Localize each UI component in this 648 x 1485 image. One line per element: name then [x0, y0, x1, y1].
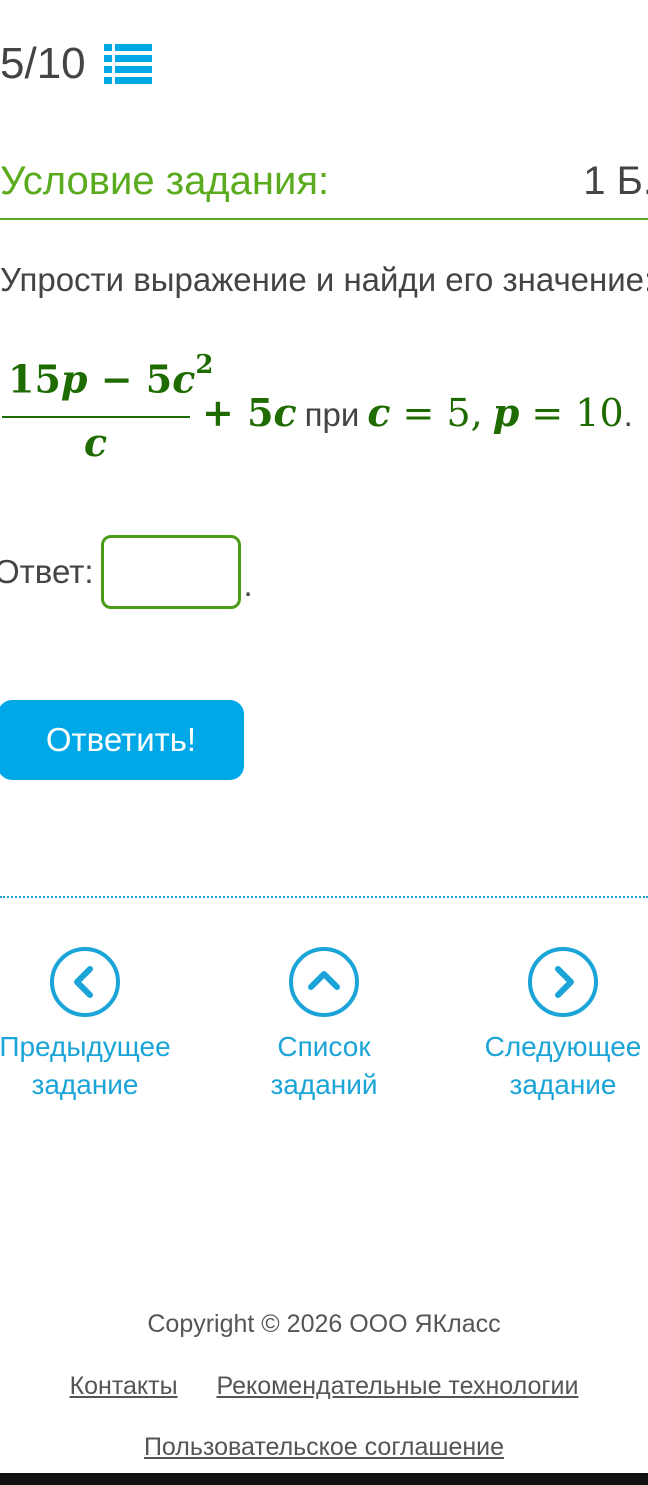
task-progress: 5/10 [0, 36, 152, 92]
fraction-numerator: 15p − 5c2 [8, 350, 214, 402]
fraction-bar [2, 416, 190, 418]
recommendation-tech-link[interactable]: Рекомендательные технологии [217, 1372, 579, 1400]
task-list-button[interactable]: Список заданий [224, 946, 424, 1104]
user-agreement-link[interactable]: Пользовательское соглашение [144, 1433, 504, 1461]
answer-input[interactable] [101, 535, 242, 609]
at-word: при [304, 396, 360, 433]
chevron-left-icon [50, 947, 120, 1017]
plus-term: + 5c [202, 390, 297, 435]
contacts-link[interactable]: Контакты [70, 1372, 178, 1400]
dotted-divider [0, 896, 648, 898]
answer-row: Ответ: . [0, 534, 253, 610]
fraction: 15p − 5c2 c [2, 350, 213, 470]
progress-counter: 5/10 [0, 39, 86, 88]
chevron-right-icon [528, 947, 598, 1017]
submit-button[interactable]: Ответить! [0, 700, 244, 780]
next-task-label: Следующее задание [484, 1031, 642, 1100]
condition-header: Условие задания: 1 Б. [0, 150, 648, 220]
answer-label: Ответ: [0, 553, 94, 590]
condition-c: c = 5, [367, 390, 483, 435]
bottom-bar [0, 1473, 648, 1485]
task-statement: Упрости выражение и найди его значение: [0, 261, 648, 298]
previous-task-button[interactable]: Предыдущее задание [0, 946, 185, 1104]
task-list-label: Список заданий [270, 1031, 378, 1100]
fraction-denominator: c [84, 420, 108, 465]
answer-dot: . [243, 566, 253, 603]
next-task-button[interactable]: Следующее задание [463, 946, 648, 1104]
chevron-up-icon [289, 947, 359, 1017]
list-icon[interactable] [103, 43, 152, 85]
condition-p: p = 10 [492, 390, 624, 435]
footer-links: Контакты Рекомендательные технологии [0, 1372, 648, 1401]
copyright-text: Copyright © 2026 ООО ЯКласс [147, 1310, 501, 1338]
math-expression: 15p − 5c2 c + 5c при c = 5, p = 10 . [0, 350, 648, 470]
points-badge: 1 Б. [583, 159, 648, 203]
previous-task-label: Предыдущее задание [0, 1031, 171, 1100]
formula-end-dot: . [623, 396, 633, 433]
footer-links-secondary: Пользовательское соглашение [0, 1433, 648, 1462]
condition-title: Условие задания: [0, 159, 330, 203]
expression-tail: + 5c при c = 5, p = 10 . [202, 390, 633, 435]
